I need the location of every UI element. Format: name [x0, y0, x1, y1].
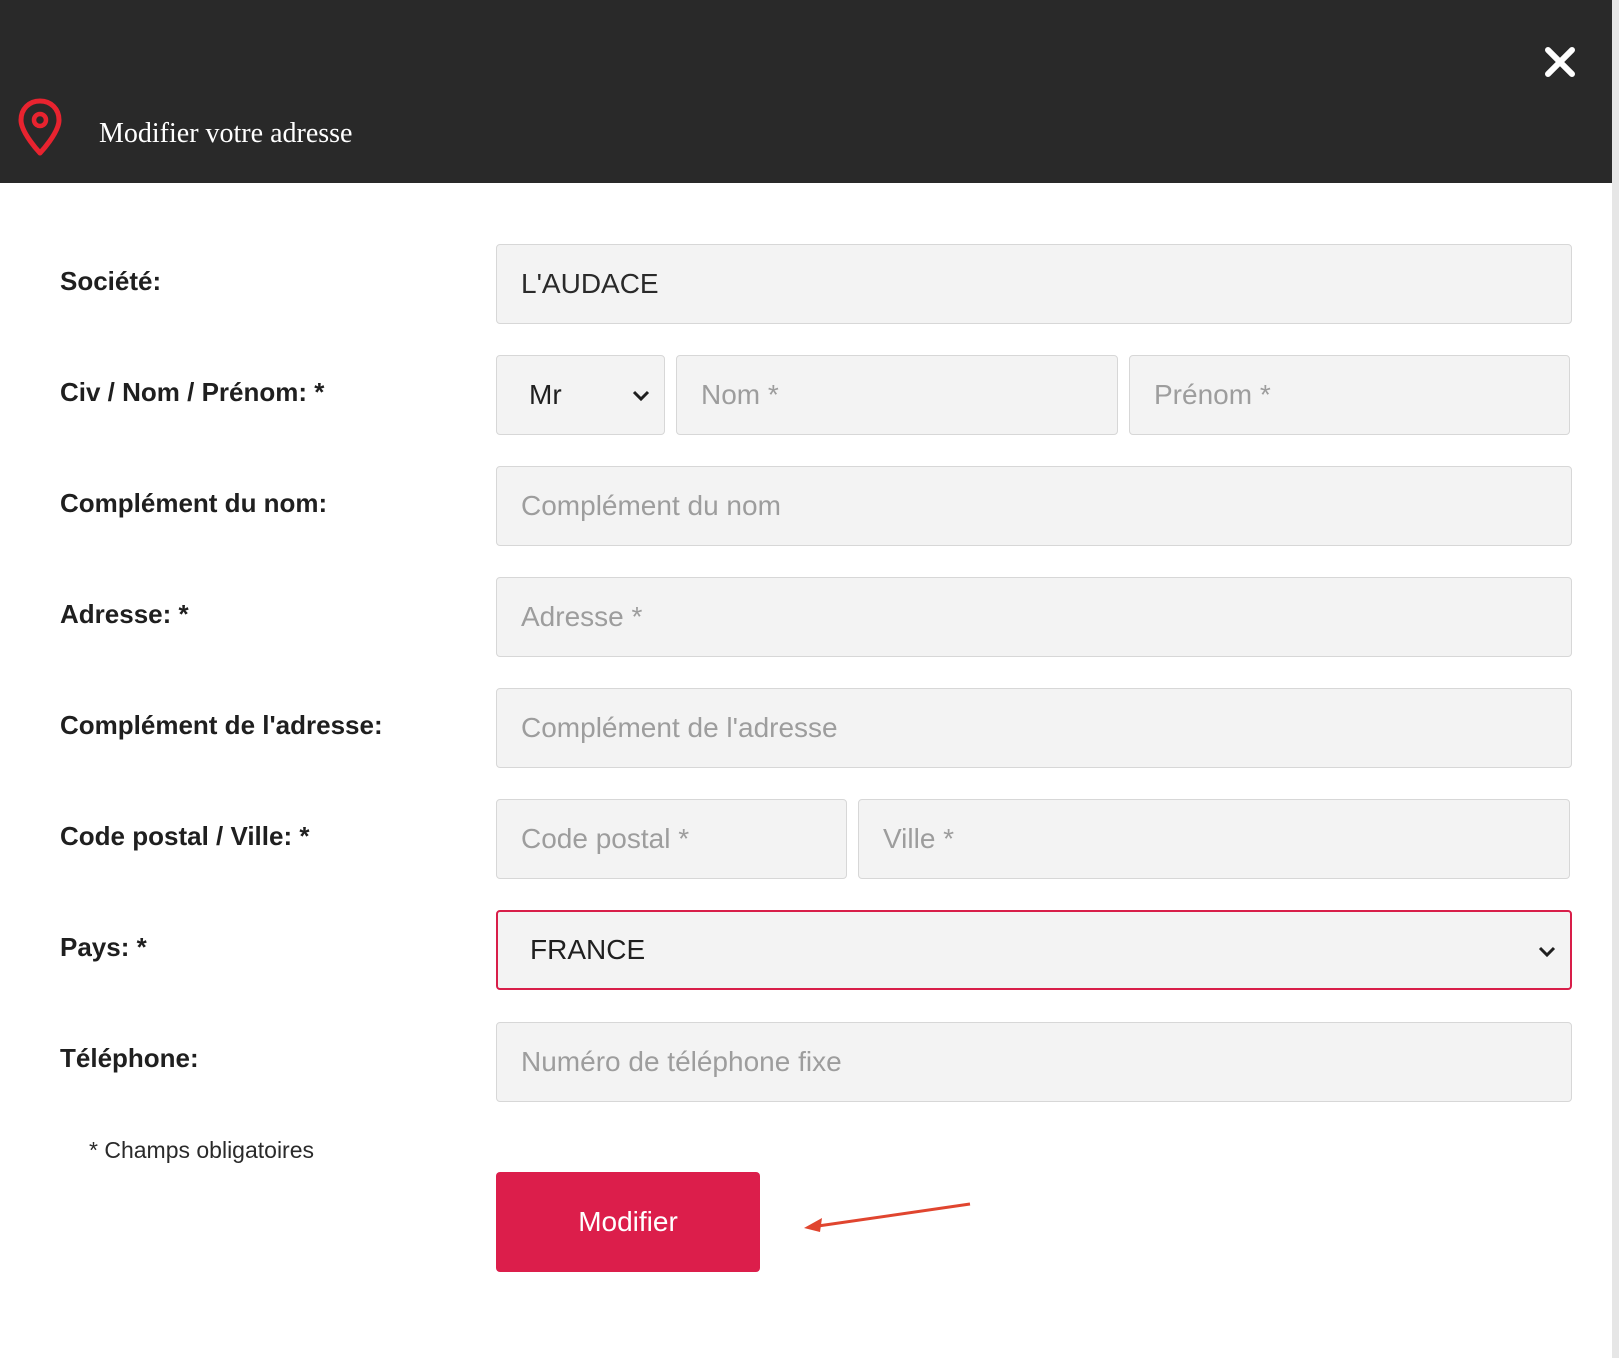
complement-nom-input[interactable] [496, 466, 1572, 546]
adresse-label: Adresse: * [60, 599, 189, 629]
chevron-down-icon [1536, 940, 1558, 962]
close-icon[interactable] [1540, 42, 1580, 82]
modifier-button[interactable]: Modifier [496, 1172, 760, 1272]
telephone-label: Téléphone: [60, 1043, 199, 1073]
adresse-input[interactable] [496, 577, 1572, 657]
societe-label: Société: [60, 266, 162, 296]
address-modal: Modifier votre adresse Société: Civ / No… [0, 0, 1612, 1358]
ville-input[interactable] [858, 799, 1570, 879]
societe-input[interactable] [496, 244, 1572, 324]
complement-adresse-input[interactable] [496, 688, 1572, 768]
civ-nom-prenom-label: Civ / Nom / Prénom: * [60, 377, 325, 407]
pays-label: Pays: * [60, 932, 147, 962]
map-pin-icon [18, 98, 62, 156]
code-postal-input[interactable] [496, 799, 847, 879]
complement-nom-label: Complément du nom: [60, 488, 328, 518]
prenom-input[interactable] [1129, 355, 1570, 435]
nom-input[interactable] [676, 355, 1118, 435]
annotation-arrow-icon [800, 1196, 980, 1236]
complement-adresse-label: Complément de l'adresse: [60, 710, 383, 740]
chevron-down-icon [630, 384, 652, 406]
telephone-input[interactable] [496, 1022, 1572, 1102]
pays-select[interactable]: FRANCE [496, 910, 1572, 990]
pays-value: FRANCE [530, 934, 646, 965]
code-postal-ville-label: Code postal / Ville: * [60, 821, 310, 851]
required-fields-note: * Champs obligatoires [89, 1137, 315, 1163]
modal-title: Modifier votre adresse [99, 118, 353, 149]
civilite-value: Mr [529, 379, 562, 410]
civilite-select[interactable]: Mr [496, 355, 665, 435]
modal-header: Modifier votre adresse [0, 0, 1612, 183]
